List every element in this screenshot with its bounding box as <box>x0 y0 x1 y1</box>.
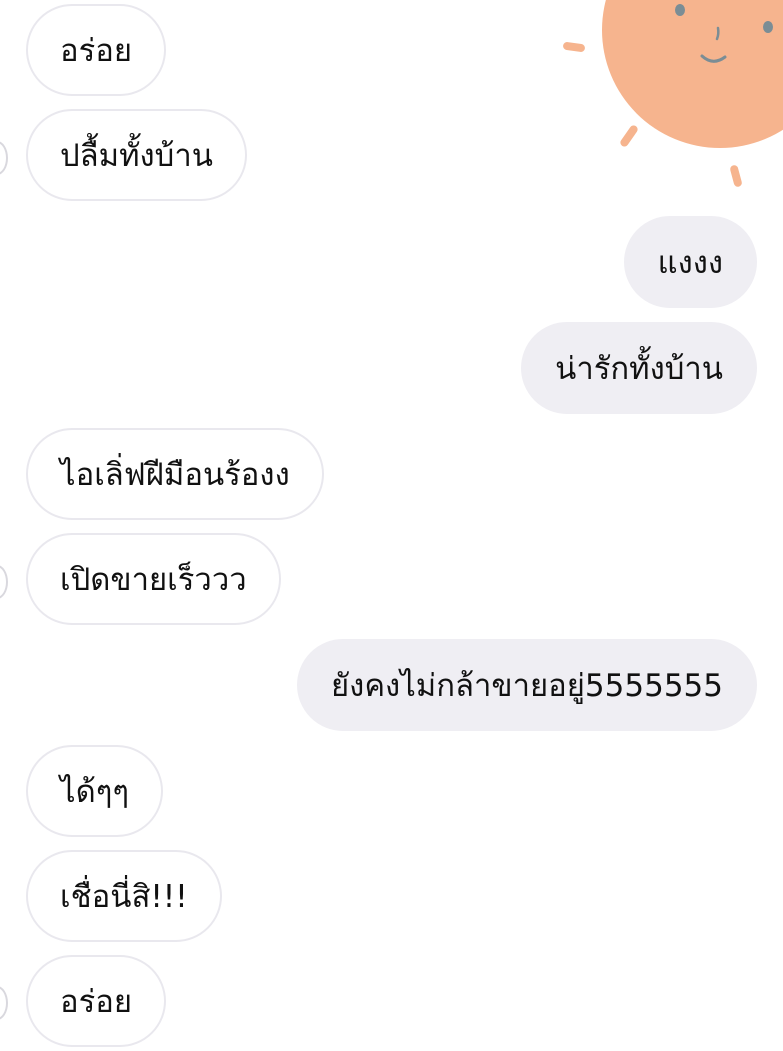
message-text: น่ารักทั้งบ้าน <box>555 351 723 387</box>
message-bubble-outgoing[interactable]: ยังคงไม่กล้าขายอยู่5555555 <box>297 639 757 731</box>
message-bubble-incoming[interactable]: ไอเลิ่ฟฝีมือนร้องง <box>26 428 324 520</box>
message-text: ยังคงไม่กล้าขายอยู่5555555 <box>331 668 723 704</box>
message-text: อร่อย <box>60 33 133 69</box>
message-text: เชื่อนี่สิ!!! <box>60 879 188 915</box>
message-bubble-incoming[interactable]: เชื่อนี่สิ!!! <box>26 850 222 942</box>
message-bubble-outgoing[interactable]: น่ารักทั้งบ้าน <box>521 322 757 414</box>
avatar-edge <box>0 565 8 599</box>
message-bubble-incoming[interactable]: อร่อย <box>26 4 167 96</box>
avatar-edge <box>0 986 8 1020</box>
message-text: ปลื้มทั้งบ้าน <box>60 138 213 174</box>
message-text: แงงง <box>657 245 723 281</box>
message-text: เปิดขายเร็ววว <box>60 562 247 598</box>
message-bubble-incoming[interactable]: ปลื้มทั้งบ้าน <box>26 109 247 201</box>
message-bubble-outgoing[interactable]: แงงง <box>623 216 757 308</box>
message-bubble-incoming[interactable]: ได้ๆๆ <box>26 745 164 837</box>
chat-thread: อร่อย ปลื้มทั้งบ้าน แงงง น่ารักทั้งบ้าน … <box>0 0 783 1051</box>
sun-sticker-icon <box>563 0 783 187</box>
avatar-edge <box>0 141 8 175</box>
message-text: ไอเลิ่ฟฝีมือนร้องง <box>60 457 290 493</box>
message-bubble-incoming[interactable]: เปิดขายเร็ววว <box>26 533 281 625</box>
message-text: อร่อย <box>60 984 133 1020</box>
message-bubble-incoming[interactable]: อร่อย <box>26 955 167 1047</box>
message-text: ได้ๆๆ <box>60 774 130 810</box>
